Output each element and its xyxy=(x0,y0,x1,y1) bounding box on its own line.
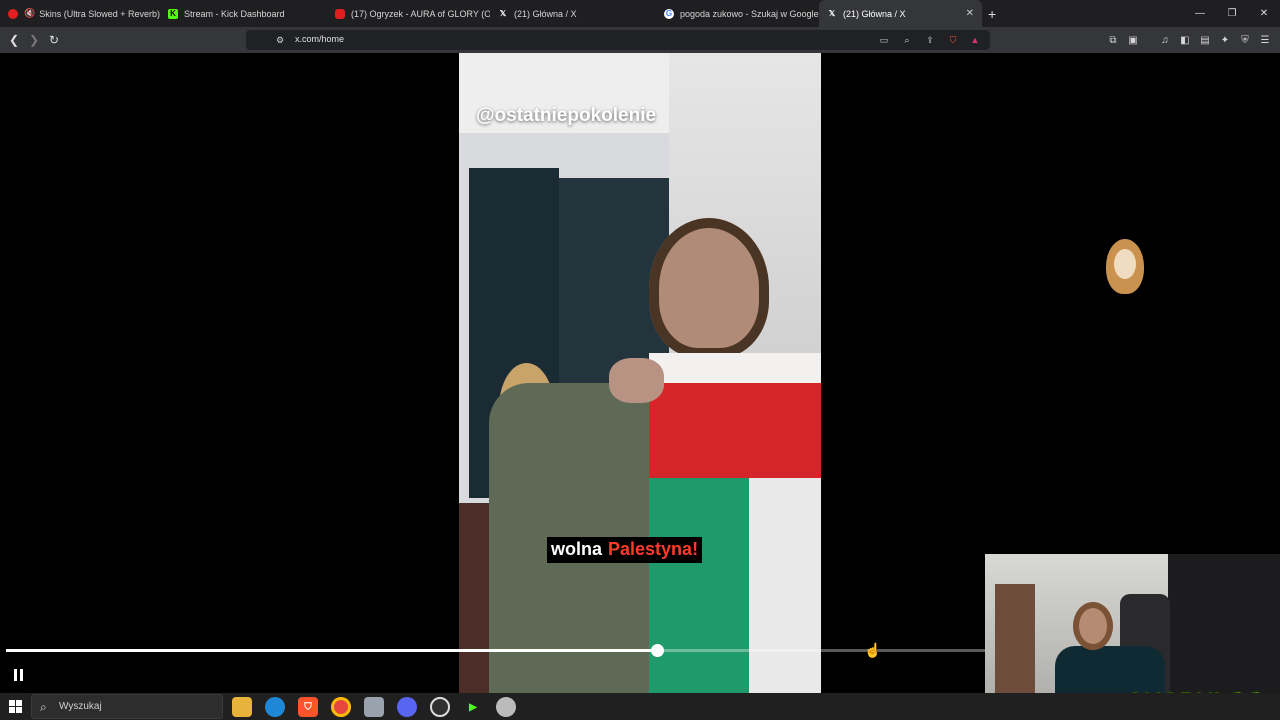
windows-taskbar: ⌕ Wyszukaj ⛉ ▶ xyxy=(0,693,1280,720)
app-icon[interactable] xyxy=(364,697,384,717)
mouse-cursor-icon: ☝ xyxy=(864,642,882,658)
address-bar[interactable]: ⚙ x.com/home ▭ ⌕ ⇪ ⛉ ▲ xyxy=(246,30,990,50)
site-settings-icon[interactable]: ⚙ xyxy=(274,34,286,46)
streamer-head xyxy=(1073,602,1113,650)
caption-word: wolna xyxy=(551,539,603,559)
tab-label: Skins (Ultra Slowed + Reverb) - Y xyxy=(39,8,160,19)
back-button[interactable]: ❮ xyxy=(6,32,22,48)
sidebar-icon[interactable]: ◧ xyxy=(1178,33,1192,47)
new-tab-button[interactable]: + xyxy=(988,6,996,22)
tab-label: (17) Ogryzek - AURA of GLORY (Offic xyxy=(351,8,490,19)
tab-label: Stream - Kick Dashboard xyxy=(184,8,285,19)
discord-icon[interactable] xyxy=(397,697,417,717)
wallet-icon[interactable]: ▤ xyxy=(1198,33,1212,47)
progress-fill xyxy=(6,649,658,652)
start-button[interactable] xyxy=(9,700,22,713)
video-watermark-handle: @ostatniepokolenie xyxy=(476,105,657,126)
kick-icon: K xyxy=(168,8,178,19)
caption-highlight-word: Palestyna! xyxy=(608,539,699,559)
tab-x-home[interactable]: 𝕏 (21) Główna / X xyxy=(490,0,656,27)
browser-toolbar: ❮ ❯ ↻ ☐ ⚙ x.com/home ▭ ⌕ ⇪ ⛉ ▲ ⧉ ▣ ♫ ◧ ▤… xyxy=(0,27,1280,53)
brave-icon[interactable]: ⛉ xyxy=(298,697,318,717)
tab-label: (21) Główna / X xyxy=(514,8,577,19)
youtube-icon xyxy=(335,8,345,19)
restore-button[interactable]: ❐ xyxy=(1216,0,1248,27)
zoom-icon[interactable]: ⌕ xyxy=(901,34,913,46)
video-caption: wolna Palestyna! xyxy=(547,537,703,563)
youtube-icon xyxy=(8,8,18,19)
progress-scrubber-handle[interactable] xyxy=(651,644,665,657)
tab-search-icon[interactable]: ▣ xyxy=(1126,33,1140,47)
x-icon: 𝕏 xyxy=(828,9,836,18)
tab-label: (21) Główna / X xyxy=(843,8,906,19)
video-frame[interactable]: @ostatniepokolenie wolna Palestyna! xyxy=(459,53,821,693)
close-tab-icon[interactable]: ✕ xyxy=(966,8,974,19)
url-text[interactable]: x.com/home xyxy=(295,34,344,44)
pause-button[interactable] xyxy=(10,667,26,683)
tab-kick-dashboard[interactable]: K Stream - Kick Dashboard xyxy=(160,0,327,27)
taskbar-search[interactable]: ⌕ Wyszukaj xyxy=(31,694,223,719)
muted-speaker-icon[interactable]: 🔇 xyxy=(24,8,35,19)
vpn-icon[interactable]: ⛨ xyxy=(1238,33,1252,47)
kick-icon[interactable]: ▶ xyxy=(463,697,483,717)
search-placeholder[interactable]: Wyszukaj xyxy=(59,701,102,712)
forward-button[interactable]: ❯ xyxy=(26,32,42,48)
brave-shields-icon[interactable]: ⛉ xyxy=(947,34,959,46)
x-icon: 𝕏 xyxy=(499,9,507,18)
google-icon: G xyxy=(664,8,674,19)
protester-hand xyxy=(609,358,664,403)
settings-icon[interactable] xyxy=(496,697,516,717)
edge-icon[interactable] xyxy=(265,697,285,717)
search-icon: ⌕ xyxy=(40,700,47,714)
close-window-button[interactable]: ✕ xyxy=(1248,0,1280,27)
cast-icon[interactable]: ▭ xyxy=(878,34,890,46)
chrome-icon[interactable] xyxy=(331,697,351,717)
tab-strip: 🔇 Skins (Ultra Slowed + Reverb) - Y K St… xyxy=(0,0,1280,27)
file-explorer-icon[interactable] xyxy=(232,697,252,717)
hamster-sticker xyxy=(1104,231,1144,296)
minimize-button[interactable]: ― xyxy=(1184,0,1216,27)
media-icon[interactable]: ♫ xyxy=(1158,33,1172,47)
protester-head xyxy=(649,218,769,358)
window-controls: ― ❐ ✕ xyxy=(1184,0,1280,27)
tab-youtube-skins[interactable]: 🔇 Skins (Ultra Slowed + Reverb) - Y xyxy=(0,0,160,27)
tab-x-home-active[interactable]: 𝕏 (21) Główna / X ✕ xyxy=(819,0,982,27)
share-icon[interactable]: ⇪ xyxy=(924,34,936,46)
palestine-flag xyxy=(649,353,821,693)
video-progress-bar[interactable] xyxy=(6,644,985,657)
extensions-icon[interactable]: ⧉ xyxy=(1106,33,1120,47)
menu-icon[interactable]: ☰ xyxy=(1258,33,1272,47)
tab-youtube-ogryzek[interactable]: (17) Ogryzek - AURA of GLORY (Offic xyxy=(327,0,490,27)
tab-label: pogoda zukowo - Szukaj w Google xyxy=(680,8,819,19)
obs-icon[interactable] xyxy=(430,697,450,717)
reload-button[interactable]: ↻ xyxy=(46,32,62,48)
leo-ai-icon[interactable]: ✦ xyxy=(1218,33,1232,47)
tab-google-search[interactable]: G pogoda zukowo - Szukaj w Google xyxy=(656,0,819,27)
brave-rewards-icon[interactable]: ▲ xyxy=(969,34,981,46)
